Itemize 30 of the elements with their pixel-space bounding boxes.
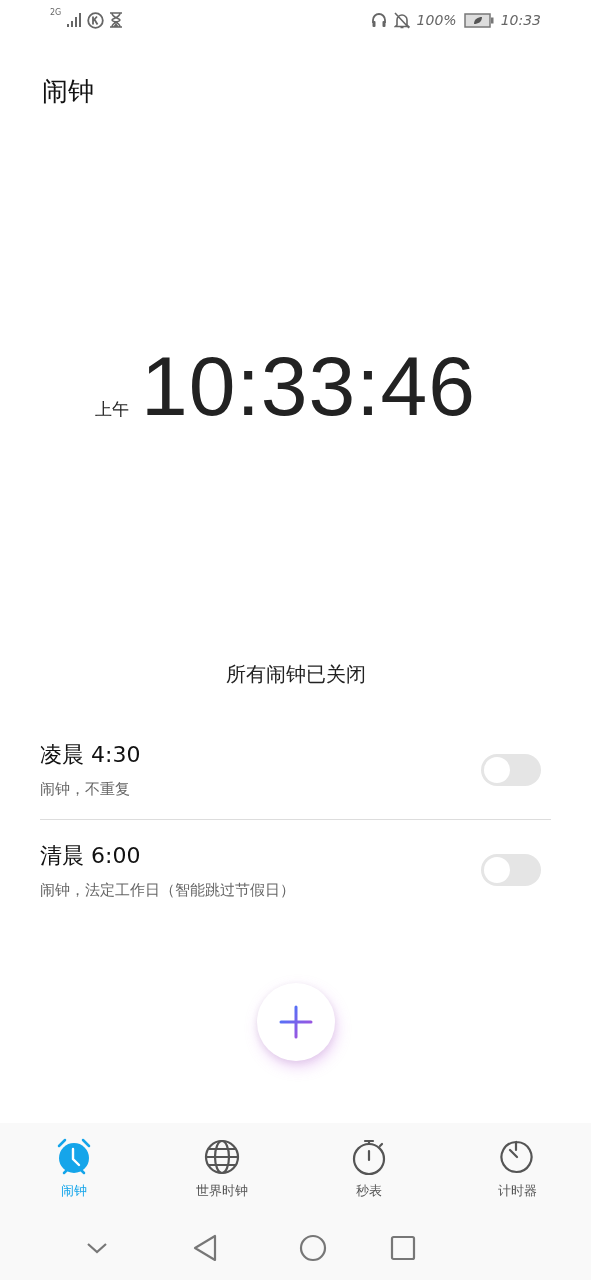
home-circle-icon [299,1233,327,1262]
bell-off-icon [393,11,410,29]
hourglass-icon [110,12,123,28]
globe-icon [202,1138,241,1176]
back-triangle-icon [193,1233,217,1262]
alarm-toggle[interactable] [481,753,541,786]
alarm-time: 清晨 6:00 [40,841,142,870]
k-circle-icon [87,11,105,29]
alarm-time: 凌晨 4:30 [40,741,141,769]
page-title: 闹钟 [42,75,95,108]
alarm-toggle[interactable] [481,854,541,886]
alarm-summary: 所有闹钟已关闭 [225,661,366,688]
battery-percent: 100% [416,12,457,28]
home-button[interactable] [298,1232,328,1263]
tab[interactable]: 秒表 [295,1138,444,1200]
headphones-icon [370,12,387,28]
alarm-description: 闹钟，不重复 [40,780,131,799]
tab[interactable]: 计时器 [443,1138,591,1200]
clock-time: 10:33:46 [141,338,476,435]
chevron-down-icon [86,1241,108,1254]
add-alarm-button[interactable] [256,982,335,1061]
clock-period: 上午 [95,398,129,421]
status-time: 10:33 [500,12,541,28]
tab[interactable]: 世界时钟 [147,1138,296,1200]
alarm-description: 闹钟，法定工作日（智能跳过节假日） [40,880,295,900]
network-type: 2G [50,7,62,17]
plus-icon [278,1004,313,1039]
battery-icon [463,12,494,28]
signal-icon [67,13,82,27]
recents-square-icon [390,1234,416,1261]
